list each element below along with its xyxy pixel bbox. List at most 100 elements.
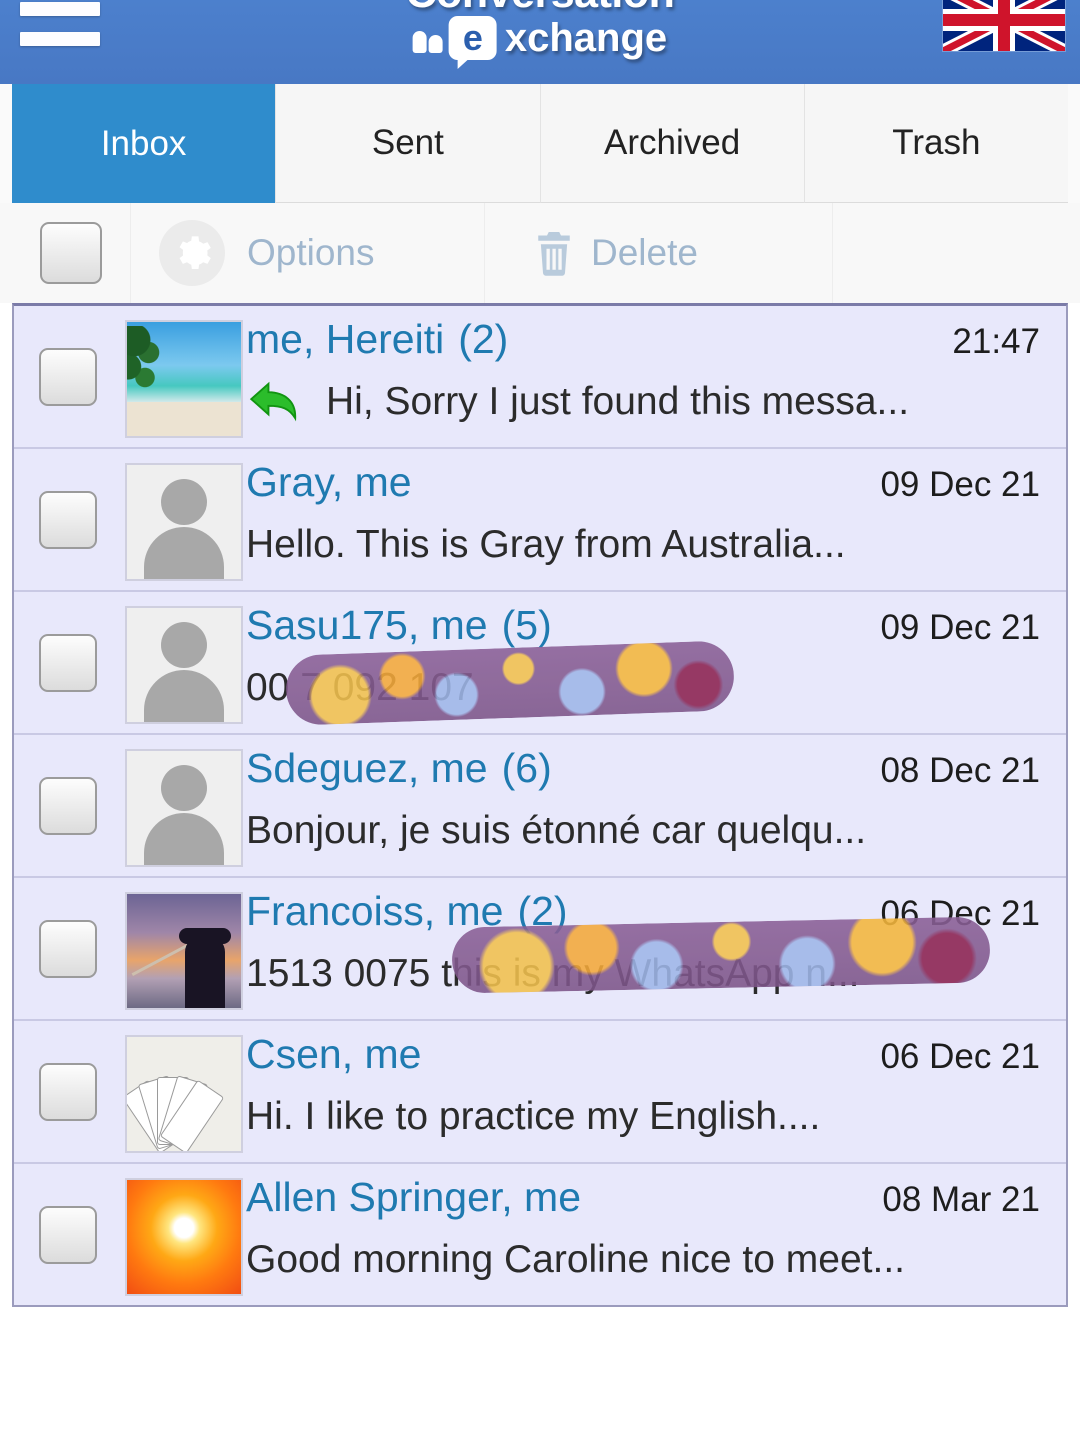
message-body: Allen Springer, me 08 Mar 21 Good mornin… xyxy=(246,1164,1066,1305)
row-checkbox[interactable] xyxy=(39,919,97,978)
message-row[interactable]: Gray, me 09 Dec 21 Hello. This is Gray f… xyxy=(14,449,1066,592)
sender-name: Sasu175, me xyxy=(246,602,488,648)
avatar-cell xyxy=(122,1164,246,1305)
avatar-cell xyxy=(122,1021,246,1162)
sender-name: Francoiss, me xyxy=(246,888,504,934)
list-toolbar: Options Delete xyxy=(0,203,1080,303)
row-checkbox-cell[interactable] xyxy=(14,1021,122,1162)
tab-trash[interactable]: Trash xyxy=(804,84,1068,203)
tab-inbox[interactable]: Inbox xyxy=(12,84,277,203)
message-date: 06 Dec 21 xyxy=(880,894,1040,933)
sender-name: Sdeguez, me xyxy=(246,745,488,791)
message-preview-line: Hello. This is Gray from Australia... xyxy=(246,516,1066,574)
message-header: me, Hereiti (2) 21:47 xyxy=(246,316,1066,363)
app-logo: Conversation e xchange xyxy=(406,0,675,69)
message-list: me, Hereiti (2) 21:47 Hi, Sorry I just f… xyxy=(12,303,1068,1307)
uk-flag-icon[interactable] xyxy=(942,0,1066,52)
message-body: Sasu175, me (5) 09 Dec 21 00 7 092 107 xyxy=(246,592,1066,733)
message-preview-text: Hello. This is Gray from Australia... xyxy=(246,523,846,566)
sunset-photo-avatar xyxy=(125,1178,243,1296)
sender-name: Csen, me xyxy=(246,1031,422,1077)
row-checkbox[interactable] xyxy=(39,633,97,692)
tab-sent[interactable]: Sent xyxy=(276,84,541,203)
avatar-cell xyxy=(122,449,246,590)
avatar-cell xyxy=(122,878,246,1019)
message-date: 06 Dec 21 xyxy=(880,1037,1040,1076)
message-preview-line: Good morning Caroline nice to meet... xyxy=(246,1231,1066,1289)
logo-line-exchange: e xchange xyxy=(406,16,675,69)
e-bubble-icon: e xyxy=(448,16,497,69)
avatar-cell xyxy=(122,306,246,447)
row-checkbox-cell[interactable] xyxy=(14,306,122,447)
row-checkbox[interactable] xyxy=(39,776,97,835)
gear-icon xyxy=(159,220,225,286)
default-person-avatar xyxy=(125,749,243,867)
app-root: Conversation e xchange Inbox Sent Archiv… xyxy=(0,0,1080,1439)
message-preview-text: 1513 0075 this is my WhatsApp n... xyxy=(246,952,860,995)
message-body: Gray, me 09 Dec 21 Hello. This is Gray f… xyxy=(246,449,1066,590)
default-person-avatar xyxy=(125,606,243,724)
tab-archived[interactable]: Archived xyxy=(540,84,805,203)
message-header: Sdeguez, me (6) 08 Dec 21 xyxy=(246,745,1066,792)
row-checkbox-cell[interactable] xyxy=(14,449,122,590)
select-all-cell[interactable] xyxy=(12,203,131,303)
message-body: Sdeguez, me (6) 08 Dec 21 Bonjour, je su… xyxy=(246,735,1066,876)
message-preview-line: 1513 0075 this is my WhatsApp n... xyxy=(246,945,1066,1003)
row-checkbox[interactable] xyxy=(39,1205,97,1264)
default-person-avatar xyxy=(125,463,243,581)
fisherman-photo-avatar xyxy=(125,892,243,1010)
message-preview-text: 00 7 092 107 xyxy=(246,666,474,709)
message-row[interactable]: Francoiss, me (2) 06 Dec 21 1513 0075 th… xyxy=(14,878,1066,1021)
row-checkbox[interactable] xyxy=(39,490,97,549)
message-row[interactable]: me, Hereiti (2) 21:47 Hi, Sorry I just f… xyxy=(14,306,1066,449)
delete-label: Delete xyxy=(591,232,698,273)
message-row[interactable]: Csen, me 06 Dec 21 Hi. I like to practic… xyxy=(14,1021,1066,1164)
message-date: 09 Dec 21 xyxy=(880,465,1040,504)
message-body: Csen, me 06 Dec 21 Hi. I like to practic… xyxy=(246,1021,1066,1162)
sender-name: Allen Springer, me xyxy=(246,1174,582,1220)
avatar-cell xyxy=(122,735,246,876)
row-checkbox[interactable] xyxy=(39,1062,97,1121)
message-header: Csen, me 06 Dec 21 xyxy=(246,1031,1066,1078)
trash-icon xyxy=(533,230,575,276)
message-date: 21:47 xyxy=(952,322,1040,361)
options-label: Options xyxy=(247,232,375,273)
message-preview-line: Hi. I like to practice my English.... xyxy=(246,1088,1066,1146)
message-row[interactable]: Allen Springer, me 08 Mar 21 Good mornin… xyxy=(14,1164,1066,1305)
row-checkbox-cell[interactable] xyxy=(14,878,122,1019)
message-preview-text: Hi, Sorry I just found this messa... xyxy=(326,380,910,423)
message-header: Sasu175, me (5) 09 Dec 21 xyxy=(246,602,1066,649)
message-header: Gray, me 09 Dec 21 xyxy=(246,459,1066,506)
hamburger-menu-icon[interactable] xyxy=(20,0,100,46)
row-checkbox-cell[interactable] xyxy=(14,592,122,733)
options-button[interactable]: Options xyxy=(131,203,485,303)
sender-name: me, Hereiti xyxy=(246,316,445,362)
message-preview-text: Good morning Caroline nice to meet... xyxy=(246,1238,906,1281)
select-all-checkbox[interactable] xyxy=(40,222,102,284)
avatar-cell xyxy=(122,592,246,733)
message-count: (2) xyxy=(517,888,568,934)
message-header: Allen Springer, me 08 Mar 21 xyxy=(246,1174,1066,1221)
message-preview-line: Bonjour, je suis étonné car quelqu... xyxy=(246,802,1066,860)
message-date: 09 Dec 21 xyxy=(880,608,1040,647)
message-header: Francoiss, me (2) 06 Dec 21 xyxy=(246,888,1066,935)
message-row[interactable]: Sdeguez, me (6) 08 Dec 21 Bonjour, je su… xyxy=(14,735,1066,878)
logo-line-conversation: Conversation xyxy=(406,0,675,16)
message-preview-line: Hi, Sorry I just found this messa... xyxy=(246,373,1066,431)
row-checkbox-cell[interactable] xyxy=(14,1164,122,1305)
sender-name: Gray, me xyxy=(246,459,412,505)
row-checkbox-cell[interactable] xyxy=(14,735,122,876)
message-date: 08 Mar 21 xyxy=(882,1180,1040,1219)
people-icon xyxy=(412,23,443,53)
message-preview-text: Hi. I like to practice my English.... xyxy=(246,1095,821,1138)
message-preview-text: Bonjour, je suis étonné car quelqu... xyxy=(246,809,867,852)
message-preview-line: 00 7 092 107 xyxy=(246,659,1066,717)
message-date: 08 Dec 21 xyxy=(880,751,1040,790)
reply-arrow-icon xyxy=(246,380,310,422)
app-header: Conversation e xchange xyxy=(0,0,1080,84)
message-row[interactable]: Sasu175, me (5) 09 Dec 21 00 7 092 107 xyxy=(14,592,1066,735)
message-count: (6) xyxy=(501,745,552,791)
row-checkbox[interactable] xyxy=(39,347,97,406)
delete-button[interactable]: Delete xyxy=(485,203,833,303)
message-count: (2) xyxy=(458,316,509,362)
